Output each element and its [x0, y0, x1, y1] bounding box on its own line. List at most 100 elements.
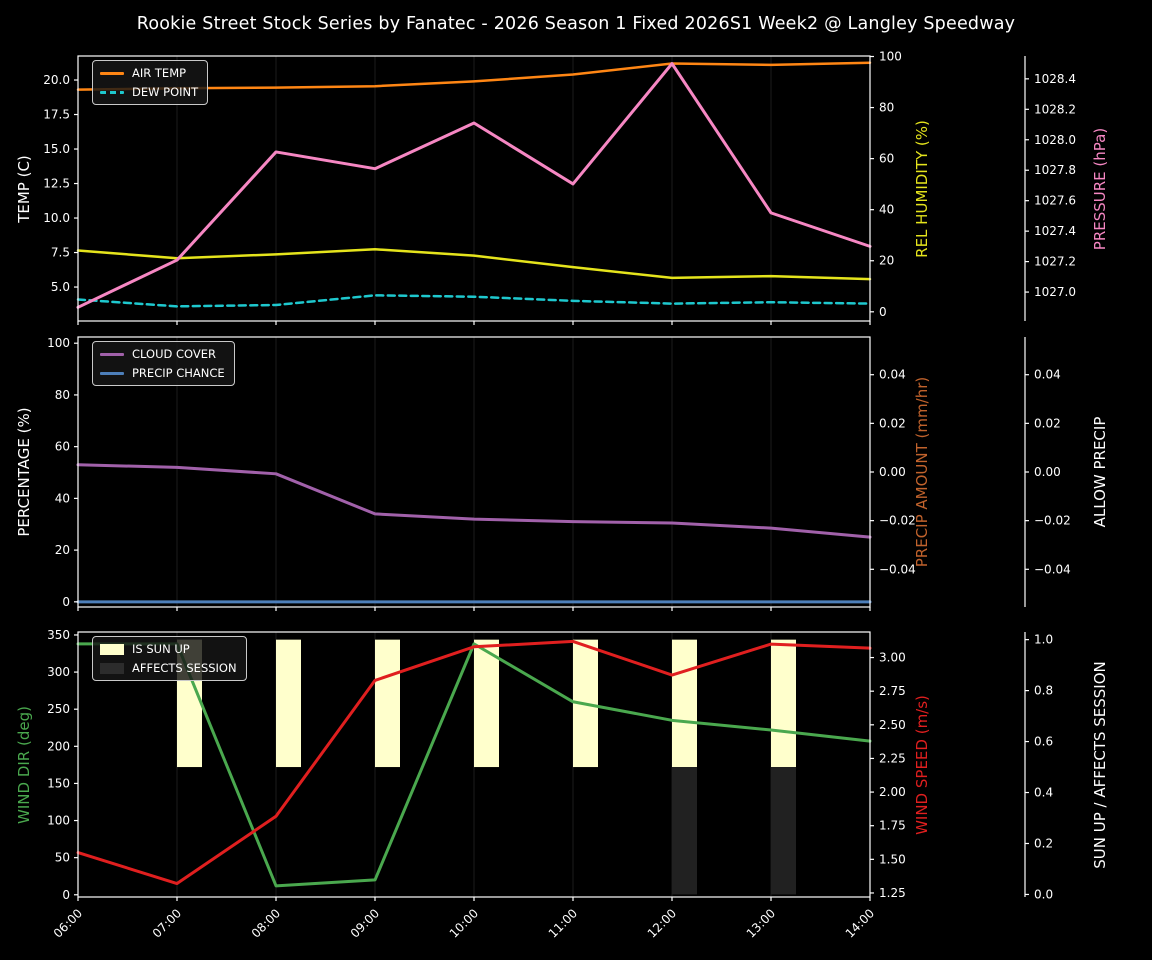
tick-label: −0.04 — [879, 562, 916, 576]
bar-is-sun-up — [375, 639, 400, 768]
axis-title-precip-amount: PRECIP AMOUNT (mm/hr) — [913, 376, 931, 568]
bar-affects-session — [771, 767, 796, 895]
axis-title-pressure: PRESSURE (hPa) — [1091, 127, 1109, 250]
axis-title-sun: SUN UP / AFFECTS SESSION — [1091, 660, 1109, 869]
tick-label: −0.02 — [879, 514, 916, 528]
tick-label: 0.02 — [1034, 416, 1061, 430]
tick-label: 20.0 — [43, 73, 70, 87]
tick-label: 12.5 — [43, 177, 70, 191]
tick-label: 7.5 — [51, 246, 70, 260]
legend-label: CLOUD COVER — [132, 347, 217, 361]
tick-label: 1028.0 — [1034, 133, 1076, 147]
tick-label: 0.04 — [1034, 368, 1061, 382]
axis-title-wind-dir: WIND DIR (deg) — [15, 705, 33, 824]
tick-label: 50 — [55, 851, 70, 865]
tick-label: 1027.4 — [1034, 224, 1076, 238]
tick-label: 2.50 — [879, 718, 906, 732]
tick-label: 15.0 — [43, 142, 70, 156]
x-tick-label: 10:00 — [447, 906, 481, 940]
legend-swatch-icon — [100, 71, 124, 75]
tick-label: 60 — [55, 440, 70, 454]
tick-label: 1.75 — [879, 819, 906, 833]
axis-title-percentage: PERCENTAGE (%) — [15, 407, 33, 537]
x-tick-label: 06:00 — [51, 906, 85, 940]
legend-swatch-icon — [100, 643, 124, 655]
tick-label: 1.25 — [879, 886, 906, 900]
x-tick-label: 13:00 — [744, 906, 778, 940]
legend-wind-sun-session: IS SUN UP AFFECTS SESSION — [92, 636, 247, 681]
legend-label: PRECIP CHANCE — [132, 366, 225, 380]
tick-label: 250 — [47, 702, 70, 716]
tick-label: 1028.4 — [1034, 72, 1076, 86]
tick-label: −0.04 — [1034, 562, 1071, 576]
legend-swatch-icon — [100, 90, 124, 94]
chart-canvas: 5.0 7.5 10.0 12.5 15.0 17.5 20.0 0 20 40 60 80 100 10… — [43, 50, 1076, 941]
legend-item: IS SUN UP — [100, 642, 237, 656]
legend-item: AFFECTS SESSION — [100, 661, 237, 675]
weather-multipanel-chart: Rookie Street Stock Series by Fanatec - … — [0, 0, 1152, 960]
x-tick-label: 08:00 — [249, 906, 283, 940]
x-tick-label: 09:00 — [348, 906, 382, 940]
tick-label: 1027.2 — [1034, 255, 1076, 269]
tick-label: 0 — [879, 305, 887, 319]
legend-label: AFFECTS SESSION — [132, 661, 237, 675]
tick-label: 1027.8 — [1034, 163, 1076, 177]
x-tick-label: 14:00 — [843, 906, 877, 940]
tick-label: 40 — [55, 491, 70, 505]
tick-label: 1027.6 — [1034, 194, 1076, 208]
bar-is-sun-up — [672, 639, 697, 768]
tick-label: 1.0 — [1034, 633, 1053, 647]
tick-label: 0.8 — [1034, 684, 1053, 698]
bar-is-sun-up — [474, 639, 499, 768]
tick-label: 2.75 — [879, 684, 906, 698]
tick-label: 80 — [879, 101, 894, 115]
tick-label: 0.2 — [1034, 836, 1053, 850]
tick-label: 0 — [62, 888, 70, 902]
tick-label: 2.25 — [879, 751, 906, 765]
tick-label: 0.00 — [879, 465, 906, 479]
tick-label: 300 — [47, 665, 70, 679]
tick-label: 0.00 — [1034, 465, 1061, 479]
legend-item: CLOUD COVER — [100, 347, 225, 361]
axis-title-allow-precip: ALLOW PRECIP — [1091, 416, 1109, 528]
legend-label: AIR TEMP — [132, 66, 187, 80]
tick-label: 60 — [879, 152, 894, 166]
legend-cloud-precipitation: CLOUD COVER PRECIP CHANCE — [92, 341, 235, 386]
legend-label: DEW POINT — [132, 85, 199, 99]
legend-label: IS SUN UP — [132, 642, 190, 656]
tick-label: 0.02 — [879, 416, 906, 430]
tick-label: 1.50 — [879, 852, 906, 866]
legend-swatch-icon — [100, 352, 124, 356]
tick-label: 100 — [47, 814, 70, 828]
legend-item: DEW POINT — [100, 85, 198, 99]
x-tick-label: 12:00 — [645, 906, 679, 940]
tick-label: 40 — [879, 203, 894, 217]
tick-label: 3.00 — [879, 651, 906, 665]
tick-label: −0.02 — [1034, 514, 1071, 528]
tick-label: 100 — [879, 50, 902, 64]
tick-label: 17.5 — [43, 108, 70, 122]
axis-title-wind-speed: WIND SPEED (m/s) — [913, 694, 931, 835]
tick-label: 0.6 — [1034, 735, 1053, 749]
bar-is-sun-up — [276, 639, 301, 768]
legend-swatch-icon — [100, 662, 124, 674]
tick-label: 1027.0 — [1034, 285, 1076, 299]
tick-label: 20 — [879, 254, 894, 268]
x-tick-label: 11:00 — [546, 906, 580, 940]
legend-item: AIR TEMP — [100, 66, 198, 80]
axis-title-temp: TEMP (C) — [15, 154, 33, 223]
tick-label: 0 — [62, 595, 70, 609]
tick-label: 200 — [47, 739, 70, 753]
legend-temperature-humidity-pressure: AIR TEMP DEW POINT — [92, 60, 209, 105]
tick-label: 150 — [47, 776, 70, 790]
axis-title-humidity: REL HUMIDITY (%) — [913, 119, 931, 258]
tick-label: 10.0 — [43, 211, 70, 225]
x-tick-label: 07:00 — [150, 906, 184, 940]
tick-label: 80 — [55, 388, 70, 402]
legend-swatch-icon — [100, 371, 124, 375]
tick-label: 2.00 — [879, 785, 906, 799]
tick-label: 0.4 — [1034, 786, 1053, 800]
tick-label: 100 — [47, 336, 70, 350]
tick-label: 350 — [47, 628, 70, 642]
tick-label: 0.0 — [1034, 887, 1053, 901]
